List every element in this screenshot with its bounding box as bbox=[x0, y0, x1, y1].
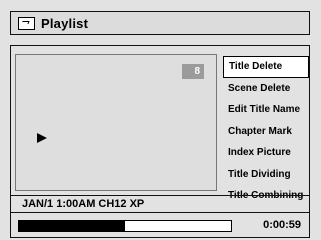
menu-item-scene-delete[interactable]: Scene Delete bbox=[223, 78, 310, 100]
menu-item-chapter-mark[interactable]: Chapter Mark bbox=[223, 121, 310, 143]
page-title: Playlist bbox=[41, 15, 89, 31]
progress-fill bbox=[19, 221, 125, 231]
playback-progress-bar bbox=[18, 220, 232, 232]
menu-item-title-delete[interactable]: Title Delete bbox=[223, 56, 309, 78]
status-info: JAN/1 1:00AM CH12 XP bbox=[22, 198, 145, 210]
menu-item-index-picture[interactable]: Index Picture bbox=[223, 142, 310, 164]
edit-menu: Title Delete Scene Delete Edit Title Nam… bbox=[223, 56, 310, 207]
status-bar: JAN/1 1:00AM CH12 XP bbox=[11, 195, 309, 213]
menu-item-title-dividing[interactable]: Title Dividing bbox=[223, 164, 310, 186]
title-bar: Playlist bbox=[10, 11, 310, 35]
play-icon bbox=[37, 133, 47, 143]
menu-item-edit-title-name[interactable]: Edit Title Name bbox=[223, 99, 310, 121]
playlist-icon bbox=[18, 16, 35, 30]
elapsed-time: 0:00:59 bbox=[263, 219, 301, 231]
title-number-badge: 8 bbox=[182, 64, 204, 79]
